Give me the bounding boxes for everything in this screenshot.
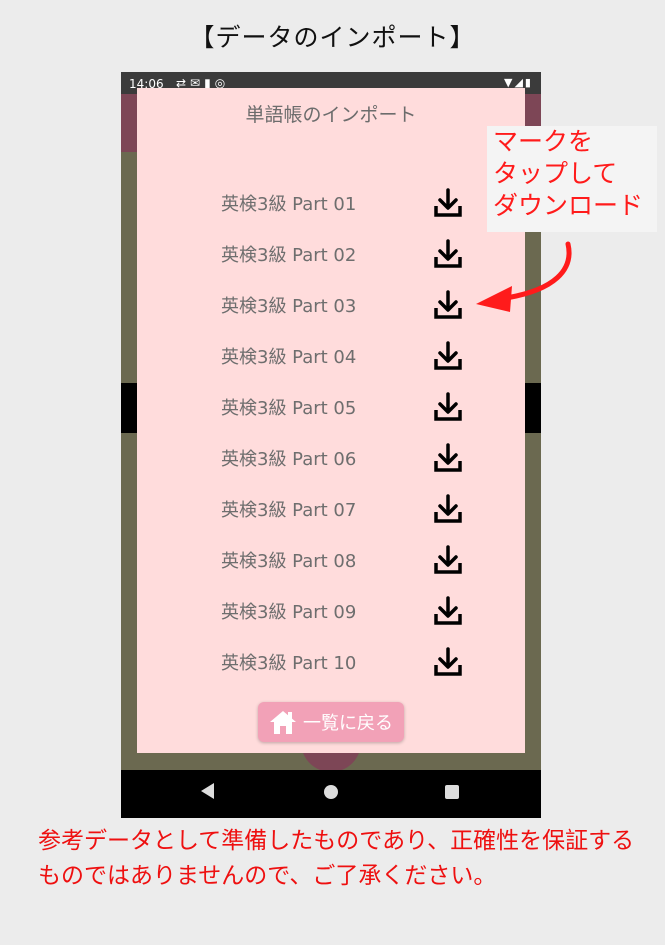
nav-home-icon[interactable] xyxy=(324,785,338,799)
list-item-label: 英検3級 Part 06 xyxy=(221,449,357,470)
list-item-label: 英検3級 Part 02 xyxy=(221,245,357,266)
back-to-list-button[interactable]: 一覧に戻る xyxy=(258,702,404,742)
download-icon[interactable] xyxy=(432,187,464,219)
list-item-label: 英検3級 Part 01 xyxy=(221,194,357,215)
list-item-label: 英検3級 Part 10 xyxy=(221,653,357,674)
list-item: 英検3級 Part 10 xyxy=(137,636,525,687)
callout-arrow-icon xyxy=(476,241,572,312)
download-icon[interactable] xyxy=(432,391,464,423)
system-nav-bar xyxy=(121,770,541,818)
download-icon[interactable] xyxy=(432,289,464,321)
home-icon xyxy=(270,711,296,734)
callout-line: マークを xyxy=(493,127,594,156)
dialog-title: 単語帳のインポート xyxy=(245,104,417,126)
list-item-label: 英検3級 Part 08 xyxy=(221,551,357,572)
download-icon[interactable] xyxy=(432,340,464,372)
page-title: 【データのインポート】 xyxy=(189,23,476,52)
list-item-label: 英検3級 Part 04 xyxy=(221,347,357,368)
nav-back-icon[interactable] xyxy=(201,783,214,799)
download-icon[interactable] xyxy=(432,544,464,576)
list-item-label: 英検3級 Part 09 xyxy=(221,602,357,623)
back-button-label: 一覧に戻る xyxy=(303,713,393,734)
list-item: 英検3級 Part 03 xyxy=(137,279,525,330)
list-item: 英検3級 Part 02 xyxy=(137,228,525,279)
nav-recent-icon[interactable] xyxy=(445,785,459,799)
callout-line: ダウンロード xyxy=(493,191,644,220)
disclaimer-note: 参考データとして準備したものであり、正確性を保証するものではありませんので、ご了… xyxy=(38,828,635,889)
list-item-label: 英検3級 Part 07 xyxy=(221,500,357,521)
import-list: 英検3級 Part 01 英検3級 Part 02 英検3級 Part 03 英検3級… xyxy=(137,177,525,687)
download-icon[interactable] xyxy=(432,595,464,627)
callout-box: マークを タップして ダウンロード xyxy=(487,126,657,232)
list-item: 英検3級 Part 05 xyxy=(137,381,525,432)
callout-line: タップして xyxy=(493,159,618,188)
list-item-label: 英検3級 Part 03 xyxy=(221,296,357,317)
list-item: 英検3級 Part 09 xyxy=(137,585,525,636)
list-item: 英検3級 Part 08 xyxy=(137,534,525,585)
download-icon[interactable] xyxy=(432,442,464,474)
download-icon[interactable] xyxy=(432,493,464,525)
list-item: 英検3級 Part 06 xyxy=(137,432,525,483)
list-item: 英検3級 Part 07 xyxy=(137,483,525,534)
import-dialog: 単語帳のインポート 英検3級 Part 01 英検3級 Part 02 英検3級 P… xyxy=(137,88,525,753)
list-item: 英検3級 Part 04 xyxy=(137,330,525,381)
list-item-label: 英検3級 Part 05 xyxy=(221,398,357,419)
download-icon[interactable] xyxy=(432,646,464,678)
list-item: 英検3級 Part 01 xyxy=(137,177,525,228)
download-icon[interactable] xyxy=(432,238,464,270)
